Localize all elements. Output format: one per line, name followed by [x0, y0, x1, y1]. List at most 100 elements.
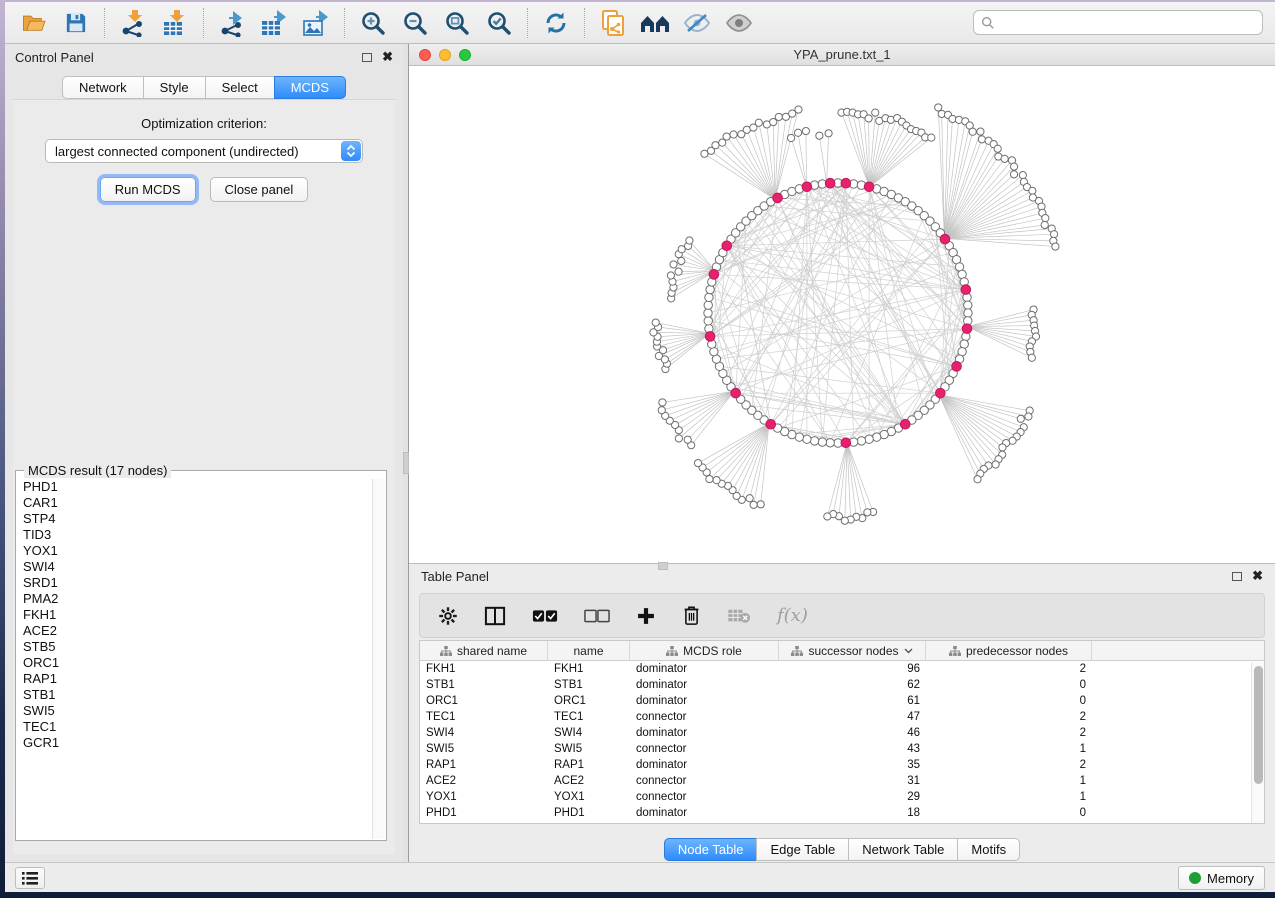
tab-select[interactable]: Select — [205, 76, 274, 99]
table-row[interactable]: YOX1YOX1connector291 — [420, 789, 1264, 805]
table-cell: ORC1 — [420, 695, 548, 707]
column-header-shared-name[interactable]: shared name — [420, 641, 548, 661]
list-item[interactable]: PMA2 — [23, 591, 373, 607]
table-scrollbar[interactable] — [1251, 662, 1264, 823]
table-row[interactable]: STB1STB1dominator620 — [420, 677, 1264, 693]
table-row[interactable]: TEC1TEC1connector472 — [420, 709, 1264, 725]
column-header-successor-nodes[interactable]: successor nodes — [779, 641, 926, 661]
zoom-out-icon[interactable] — [398, 7, 432, 39]
search-input[interactable] — [995, 13, 1262, 33]
refresh-icon[interactable] — [539, 7, 573, 39]
list-item[interactable]: ACE2 — [23, 623, 373, 639]
deselect-all-icon[interactable] — [584, 609, 610, 623]
mcds-result-list[interactable]: PHD1CAR1STP4TID3YOX1SWI4SRD1PMA2FKH1ACE2… — [17, 479, 373, 839]
table-row[interactable]: RAP1RAP1dominator352 — [420, 757, 1264, 773]
save-session-icon[interactable] — [59, 7, 93, 39]
table-cell: 0 — [926, 695, 1092, 707]
control-panel-tabs: NetworkStyleSelectMCDS — [5, 76, 403, 99]
float-panel-icon[interactable] — [362, 53, 372, 62]
tab-mcds[interactable]: MCDS — [274, 76, 346, 99]
table-cell: ACE2 — [548, 775, 630, 787]
tab-edge-table[interactable]: Edge Table — [756, 838, 848, 861]
list-item[interactable]: YOX1 — [23, 543, 373, 559]
table-cell: YOX1 — [548, 791, 630, 803]
delete-table-icon[interactable] — [727, 608, 751, 624]
tab-style[interactable]: Style — [143, 76, 205, 99]
table-mode-gear-icon[interactable] — [438, 606, 458, 626]
function-builder-icon[interactable]: f(x) — [777, 605, 808, 626]
list-item[interactable]: SRD1 — [23, 575, 373, 591]
table-row[interactable]: PHD1PHD1dominator180 — [420, 805, 1264, 821]
first-neighbors-icon[interactable] — [638, 7, 672, 39]
list-item[interactable]: TID3 — [23, 527, 373, 543]
float-table-panel-icon[interactable] — [1232, 572, 1242, 581]
table-cell: 96 — [779, 663, 926, 675]
delete-columns-icon[interactable] — [682, 605, 701, 626]
table-row[interactable]: SWI4SWI4dominator462 — [420, 725, 1264, 741]
table-cell: ACE2 — [420, 775, 548, 787]
table-cell: 2 — [926, 711, 1092, 723]
list-item[interactable]: PHD1 — [23, 479, 373, 495]
create-column-icon[interactable] — [636, 606, 656, 626]
export-network-icon[interactable] — [215, 7, 249, 39]
table-row[interactable]: ACE2ACE2connector311 — [420, 773, 1264, 789]
table-row[interactable]: FKH1FKH1dominator962 — [420, 661, 1264, 677]
table-panel: Table Panel ✖ — [409, 563, 1275, 862]
list-item[interactable]: SWI4 — [23, 559, 373, 575]
horizontal-splitter-grip[interactable] — [658, 562, 668, 570]
tab-node-table[interactable]: Node Table — [664, 838, 757, 861]
task-history-button[interactable] — [15, 867, 45, 889]
export-table-icon[interactable] — [257, 7, 291, 39]
table-cell: 61 — [779, 695, 926, 707]
table-header: shared namenameMCDS rolesuccessor nodesp… — [420, 641, 1264, 661]
table-scrollbar-thumb[interactable] — [1254, 666, 1263, 784]
close-panel-button[interactable]: Close panel — [210, 177, 309, 202]
close-panel-icon[interactable]: ✖ — [382, 52, 393, 62]
optimization-criterion-select[interactable]: largest connected component (undirected) — [45, 139, 363, 163]
mcds-result-scrollbar[interactable] — [372, 479, 385, 839]
zoom-in-icon[interactable] — [356, 7, 390, 39]
open-file-icon[interactable] — [17, 7, 51, 39]
list-item[interactable]: GCR1 — [23, 735, 373, 751]
import-network-icon[interactable] — [116, 7, 150, 39]
control-panel: Control Panel ✖ NetworkStyleSelectMCDS O… — [5, 44, 403, 862]
show-columns-icon[interactable] — [484, 606, 506, 626]
list-item[interactable]: FKH1 — [23, 607, 373, 623]
column-header-name[interactable]: name — [548, 641, 630, 661]
list-item[interactable]: SWI5 — [23, 703, 373, 719]
network-window-titlebar[interactable]: YPA_prune.txt_1 — [409, 44, 1275, 66]
network-canvas[interactable] — [409, 66, 1275, 563]
toolbar-separator — [584, 8, 585, 38]
tab-motifs[interactable]: Motifs — [957, 838, 1020, 861]
table-cell: connector — [630, 775, 779, 787]
main-toolbar — [5, 2, 1275, 44]
select-all-icon[interactable] — [532, 609, 558, 623]
tab-network-table[interactable]: Network Table — [848, 838, 957, 861]
network-graph[interactable] — [409, 66, 1275, 563]
close-table-panel-icon[interactable]: ✖ — [1252, 571, 1263, 581]
show-all-icon[interactable] — [722, 7, 756, 39]
table-row[interactable]: ORC1ORC1dominator610 — [420, 693, 1264, 709]
memory-button[interactable]: Memory — [1178, 866, 1265, 890]
zoom-selected-icon[interactable] — [482, 7, 516, 39]
column-header-predecessor-nodes[interactable]: predecessor nodes — [926, 641, 1092, 661]
duplicate-network-icon[interactable] — [596, 7, 630, 39]
list-item[interactable]: CAR1 — [23, 495, 373, 511]
list-item[interactable]: STB5 — [23, 639, 373, 655]
hide-selected-icon[interactable] — [680, 7, 714, 39]
tab-network[interactable]: Network — [62, 76, 143, 99]
table-body: FKH1FKH1dominator962STB1STB1dominator620… — [420, 661, 1264, 821]
export-image-icon[interactable] — [299, 7, 333, 39]
zoom-fit-icon[interactable] — [440, 7, 474, 39]
column-header-MCDS-role[interactable]: MCDS role — [630, 641, 779, 661]
run-mcds-button[interactable]: Run MCDS — [100, 177, 196, 202]
list-item[interactable]: TEC1 — [23, 719, 373, 735]
list-item[interactable]: ORC1 — [23, 655, 373, 671]
table-toolbar: f(x) — [419, 593, 1265, 638]
import-table-icon[interactable] — [158, 7, 192, 39]
list-item[interactable]: STB1 — [23, 687, 373, 703]
table-cell: 2 — [926, 727, 1092, 739]
list-item[interactable]: RAP1 — [23, 671, 373, 687]
list-item[interactable]: STP4 — [23, 511, 373, 527]
table-row[interactable]: SWI5SWI5connector431 — [420, 741, 1264, 757]
